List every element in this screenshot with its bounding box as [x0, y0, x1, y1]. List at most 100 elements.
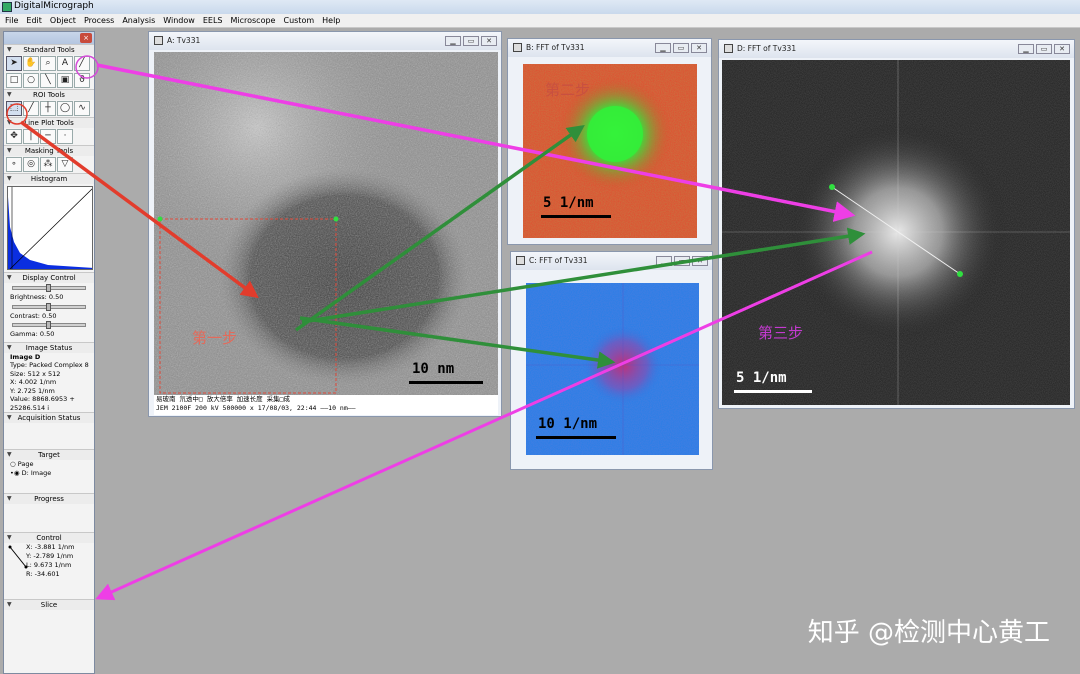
- minimize-button[interactable]: ▁: [656, 256, 672, 266]
- image-window-a[interactable]: A: Tv331 ▁ ▭ ✕ 10 nm 第一步 易玻南 氘透中□ 放大倍率 加…: [148, 31, 502, 417]
- window-b-title: B: FFT of Tv331: [526, 43, 585, 52]
- fft-image-d[interactable]: 第三步 5 1/nm: [722, 60, 1070, 405]
- array-mask-icon[interactable]: ⁂: [40, 157, 56, 172]
- line-plot-tools-header[interactable]: ▼ Line Plot Tools: [4, 117, 94, 128]
- contrast-slider[interactable]: [12, 302, 86, 311]
- oval-tool-icon[interactable]: ○: [23, 73, 39, 88]
- zoom-tool-icon[interactable]: ⌕: [40, 56, 56, 71]
- close-button[interactable]: ✕: [691, 43, 707, 53]
- image-status-name: Image D: [10, 352, 41, 361]
- menu-item-analysis[interactable]: Analysis: [117, 14, 158, 27]
- plot-point-icon[interactable]: ·: [57, 129, 73, 144]
- window-c-titlebar[interactable]: C: FFT of Tv331 ▁ ▭ ✕: [511, 252, 712, 270]
- menu-item-help[interactable]: Help: [317, 14, 343, 27]
- window-b-titlebar[interactable]: B: FFT of Tv331 ▁ ▭ ✕: [508, 39, 711, 57]
- arrow-tool-icon[interactable]: ╲: [40, 73, 56, 88]
- step-one-label: 第一步: [192, 329, 238, 347]
- spot-mask-icon[interactable]: ∘: [6, 157, 22, 172]
- acquisition-status-header[interactable]: ▼ Acquisition Status: [4, 412, 94, 423]
- masking-tools-header[interactable]: ▼ Masking Tools: [4, 145, 94, 156]
- maximize-button[interactable]: ▭: [673, 43, 689, 53]
- rectangle-tool-icon[interactable]: □: [6, 73, 22, 88]
- menu-item-edit[interactable]: Edit: [21, 14, 45, 27]
- image-doc-icon: [154, 36, 163, 45]
- roi-tools-header[interactable]: ▼ ROI Tools: [4, 89, 94, 100]
- contrast-label: Contrast: 0.50: [10, 311, 57, 320]
- app-titlebar: DigitalMicrograph: [0, 0, 1080, 14]
- roi-curve-icon[interactable]: ∿: [74, 101, 90, 116]
- control-l: L: 9.673 1/nm: [26, 561, 72, 569]
- menu-item-custom[interactable]: Custom: [278, 14, 317, 27]
- image-doc-icon: [516, 256, 525, 265]
- menu-item-process[interactable]: Process: [79, 14, 117, 27]
- target-image-option[interactable]: •◉ D: Image: [4, 469, 94, 478]
- watermark: 知乎 @检测中心黄工: [807, 618, 1050, 648]
- fft-window-d[interactable]: D: FFT of Tv331 ▁ ▭ ✕ 第三步 5 1/nm: [718, 39, 1075, 409]
- wedge-mask-icon[interactable]: ▽: [57, 157, 73, 172]
- maximize-button[interactable]: ▭: [1036, 44, 1052, 54]
- target-header[interactable]: ▼ Target: [4, 449, 94, 460]
- slider-knob[interactable]: [46, 321, 51, 329]
- minimize-button[interactable]: ▁: [445, 36, 461, 46]
- maximize-button[interactable]: ▭: [674, 256, 690, 266]
- control-header[interactable]: ▼ Control: [4, 532, 94, 543]
- tools-palette: × ▼ Standard Tools ➤ ✋ ⌕ A ╱ □ ○ ╲ ▣ ϑ ▼ R…: [3, 31, 95, 674]
- app-icon: [2, 2, 12, 12]
- palette-titlebar[interactable]: ×: [4, 32, 94, 44]
- scale-bar-label: 10 1/nm: [538, 416, 598, 432]
- line-tool-icon[interactable]: ╱: [74, 56, 90, 71]
- display-control-header[interactable]: ▼ Display Control: [4, 272, 94, 283]
- roi-oval-icon[interactable]: ◯: [57, 101, 73, 116]
- histogram-header[interactable]: ▼ Histogram: [4, 173, 94, 184]
- slice-header[interactable]: ▼ Slice: [4, 599, 94, 610]
- lasso-tool-icon[interactable]: ϑ: [74, 73, 90, 88]
- target-page-option[interactable]: ○ Page: [4, 460, 94, 469]
- image-status-header[interactable]: ▼ Image Status: [4, 341, 94, 353]
- roi-rectangle-icon[interactable]: ⬚: [6, 101, 22, 116]
- ring-mask-icon[interactable]: ◎: [23, 157, 39, 172]
- move-plot-icon[interactable]: ✥: [6, 129, 22, 144]
- menu-item-file[interactable]: File: [0, 14, 21, 27]
- control-x: X: -3.881 1/nm: [26, 543, 75, 551]
- window-d-titlebar[interactable]: D: FFT of Tv331 ▁ ▭ ✕: [719, 40, 1074, 58]
- close-button[interactable]: ✕: [692, 256, 708, 266]
- palette-close-button[interactable]: ×: [80, 33, 92, 43]
- maximize-button[interactable]: ▭: [463, 36, 479, 46]
- menu-item-window[interactable]: Window: [158, 14, 198, 27]
- progress-header[interactable]: ▼ Progress: [4, 493, 94, 504]
- line-roi-icon: [8, 545, 28, 569]
- menu-item-microscope[interactable]: Microscope: [225, 14, 278, 27]
- fft-window-b[interactable]: B: FFT of Tv331 ▁ ▭ ✕ 第二步 5 1/nm: [507, 38, 712, 245]
- minimize-button[interactable]: ▁: [1018, 44, 1034, 54]
- roi-point-icon[interactable]: ┼: [40, 101, 56, 116]
- image-status-size: Size: 512 x 512: [10, 369, 61, 378]
- window-a-titlebar[interactable]: A: Tv331 ▁ ▭ ✕: [149, 32, 501, 50]
- hand-tool-icon[interactable]: ✋: [23, 56, 39, 71]
- acquisition-annotation: 易玻南 氘透中□ 放大倍率 加速长度 采集□成 JEM 2100F 200 kV…: [154, 395, 498, 415]
- fft-image-b[interactable]: 第二步 5 1/nm: [523, 64, 697, 238]
- close-button[interactable]: ✕: [1054, 44, 1070, 54]
- roi-line-icon[interactable]: ╱: [23, 101, 39, 116]
- control-y: Y: -2.789 1/nm: [26, 552, 74, 560]
- vertical-cursor-icon[interactable]: │: [23, 129, 39, 144]
- slider-knob[interactable]: [46, 284, 51, 292]
- step-two-label: 第二步: [545, 81, 591, 99]
- minimize-button[interactable]: ▁: [655, 43, 671, 53]
- close-button[interactable]: ✕: [481, 36, 497, 46]
- slider-knob[interactable]: [46, 302, 51, 311]
- scale-bar-label: 5 1/nm: [543, 195, 594, 211]
- menu-item-eels[interactable]: EELS: [198, 14, 226, 27]
- histogram-plot[interactable]: [7, 186, 93, 270]
- image-tool-icon[interactable]: ▣: [57, 73, 73, 88]
- horizontal-cursor-icon[interactable]: ─: [40, 129, 56, 144]
- brightness-slider[interactable]: [12, 284, 86, 292]
- scale-bar: [734, 390, 812, 393]
- fft-image-c[interactable]: 10 1/nm: [526, 283, 699, 455]
- gamma-slider[interactable]: [12, 321, 86, 329]
- tem-image[interactable]: 10 nm 第一步: [154, 52, 498, 395]
- pointer-tool-icon[interactable]: ➤: [6, 56, 22, 71]
- standard-tools-header[interactable]: ▼ Standard Tools: [4, 44, 94, 55]
- menu-item-object[interactable]: Object: [45, 14, 79, 27]
- fft-window-c[interactable]: C: FFT of Tv331 ▁ ▭ ✕ 10 1/nm: [510, 251, 713, 470]
- text-tool-icon[interactable]: A: [57, 56, 73, 71]
